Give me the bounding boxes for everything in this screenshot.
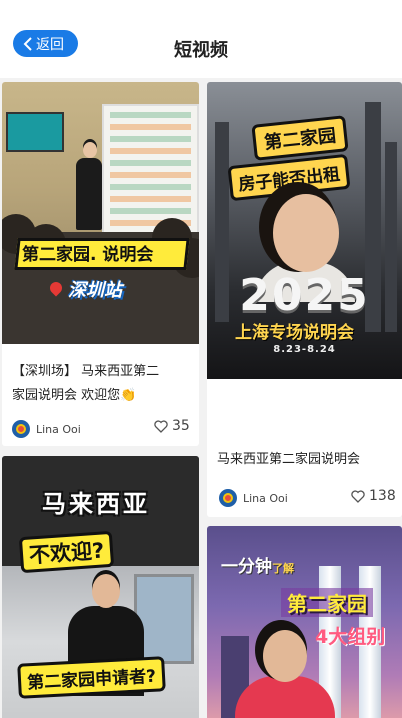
like-number: 35	[172, 418, 190, 434]
speaker-figure	[76, 142, 102, 232]
caption-line: 马来西亚第二家园说明会	[217, 452, 361, 467]
author-info[interactable]: Lina Ooi	[219, 489, 288, 507]
caption-line: 【深圳场】 马来西亚第二	[12, 364, 160, 379]
thumbnail-dates: 8.23-8.24	[273, 344, 336, 355]
title-part-small: 了解	[272, 562, 294, 575]
video-thumbnail[interactable]: 马来西亚 不欢迎? 第二家园申请者?	[2, 456, 199, 718]
thumbnail-year: 2025	[239, 270, 370, 321]
video-card-shenzhen[interactable]: 第二家园. 说明会 深圳站 【深圳场】 马来西亚第二 家园说明会 欢迎您👏 Li…	[2, 82, 199, 446]
seminar-slide-board	[102, 104, 199, 286]
video-thumbnail[interactable]: 一分钟了解 第二家园 4大组别	[207, 526, 402, 718]
avatar	[219, 489, 237, 507]
thumbnail-question: 不欢迎?	[18, 530, 115, 574]
page-title: 短视频	[174, 40, 228, 61]
like-number: 138	[369, 488, 396, 504]
author-name: Lina Ooi	[36, 422, 81, 436]
video-card-kl[interactable]: 一分钟了解 第二家园 4大组别	[207, 526, 402, 718]
video-card-malaysia[interactable]: 马来西亚 不欢迎? 第二家园申请者?	[2, 456, 199, 718]
thumbnail-title: 第二家园. 说明会	[22, 245, 154, 265]
presenter-face	[92, 574, 120, 608]
video-card-shanghai[interactable]: 第二家园 房子能否出租 2025 上海专场说明会 8.23-8.24 马来西亚第…	[207, 82, 402, 517]
video-caption[interactable]: 马来西亚第二家园说明会	[217, 448, 397, 472]
thumbnail-title: 上海专场说明会	[235, 323, 354, 343]
video-thumbnail[interactable]: 第二家园 房子能否出租 2025 上海专场说明会 8.23-8.24	[207, 82, 402, 379]
avatar	[12, 420, 30, 438]
thumbnail-subtitle: 第二家园	[281, 588, 373, 617]
thumbnail-title: 马来西亚	[42, 490, 150, 518]
like-count[interactable]: 35	[154, 418, 190, 434]
author-info[interactable]: Lina Ooi	[12, 420, 81, 438]
video-thumbnail[interactable]: 第二家园. 说明会 深圳站	[2, 82, 199, 344]
presenter-face	[263, 630, 307, 682]
title-part: 一分钟	[221, 557, 272, 577]
heart-outline-icon	[154, 419, 168, 433]
app-header: 返回 短视频	[0, 0, 402, 78]
caption-line: 家园说明会 欢迎您👏	[12, 388, 137, 403]
thumbnail-title: 一分钟了解	[221, 552, 294, 577]
video-feed[interactable]: 第二家园. 说明会 深圳站 【深圳场】 马来西亚第二 家园说明会 欢迎您👏 Li…	[0, 78, 402, 718]
like-count[interactable]: 138	[351, 488, 396, 504]
author-name: Lina Ooi	[243, 491, 288, 505]
thumbnail-tagline: 4大组别	[315, 626, 386, 648]
thumbnail-subtitle: 深圳站	[68, 280, 122, 301]
video-caption[interactable]: 【深圳场】 马来西亚第二 家园说明会 欢迎您👏	[12, 360, 194, 408]
thumbnail-question: 房子能否出租	[227, 153, 351, 202]
seminar-tv-screen	[6, 112, 64, 152]
thumbnail-tag: 第二家园	[251, 115, 349, 161]
heart-outline-icon	[351, 489, 365, 503]
presenter-face	[273, 194, 339, 272]
